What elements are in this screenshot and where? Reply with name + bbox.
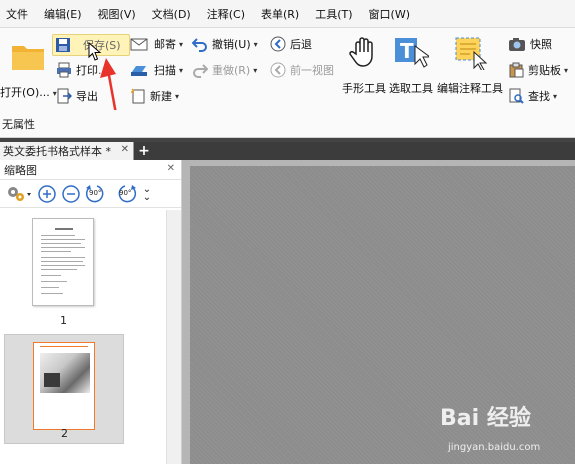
menu-tools[interactable]: 工具(T)	[315, 6, 352, 22]
mail-icon	[130, 36, 148, 52]
export-icon	[56, 88, 73, 104]
previous-view-button[interactable]: 前一视图	[270, 62, 334, 78]
close-icon[interactable]: ✕	[121, 144, 129, 155]
thumbnail-page-1[interactable]	[32, 218, 94, 306]
edit-annotation-tool-button[interactable]: 编辑注释工具	[437, 34, 503, 96]
export-button[interactable]: 导出	[56, 88, 98, 104]
menu-document[interactable]: 文档(D)	[152, 6, 191, 22]
zoom-in-icon	[38, 184, 56, 203]
thumbnail-page-2[interactable]	[33, 342, 95, 430]
double-chevron-down-icon: ⌄ ⌄	[142, 183, 152, 203]
menu-form[interactable]: 表单(R)	[261, 6, 299, 22]
zoom-in-button[interactable]	[36, 183, 58, 205]
back-button[interactable]: 后退	[270, 36, 312, 52]
zoom-out-icon	[62, 184, 80, 203]
redo-button[interactable]: 重做(R) ▾	[192, 62, 257, 78]
select-text-icon: T	[393, 34, 432, 70]
watermark-url: jingyan.baidu.com	[448, 442, 541, 453]
panel-splitter[interactable]	[182, 160, 190, 464]
properties-bar: 无属性	[0, 110, 575, 138]
thumbnail-list: 1 2	[0, 210, 182, 464]
menu-edit[interactable]: 编辑(E)	[44, 6, 82, 22]
thumbnail-scrollbar[interactable]	[166, 210, 181, 464]
new-button[interactable]: 新建 ▾	[130, 88, 179, 104]
properties-label: 无属性	[2, 117, 35, 131]
mail-button[interactable]: 邮寄 ▾	[130, 36, 183, 52]
rotate-right-button[interactable]: 90°	[112, 183, 138, 205]
annotation-edit-icon	[452, 34, 488, 72]
find-button[interactable]: 查找 ▾	[508, 88, 557, 104]
menu-view[interactable]: 视图(V)	[98, 6, 136, 22]
save-icon	[55, 37, 71, 53]
svg-text:T: T	[400, 39, 414, 63]
document-tab-bar: 英文委托书格式样本 * ✕ +	[0, 142, 575, 160]
menu-file[interactable]: 文件	[6, 6, 28, 22]
clipboard-icon	[508, 62, 524, 78]
back-arrow-icon	[270, 36, 286, 52]
hand-tool-button[interactable]: 手形工具	[342, 34, 386, 96]
thumbnail-toolbar: 90° 90° ⌄ ⌄	[0, 180, 181, 208]
new-document-icon	[130, 88, 146, 104]
camera-icon	[508, 36, 525, 52]
panel-title: 缩略图 ✕	[0, 160, 181, 180]
menu-bar: 文件 编辑(E) 视图(V) 文档(D) 注释(C) 表单(R) 工具(T) 窗…	[0, 0, 575, 28]
add-tab-icon[interactable]: +	[137, 144, 151, 158]
more-options-button[interactable]: ⌄ ⌄	[140, 183, 154, 205]
ribbon-toolbar: 打开(O)...▾ 保存(S) 打印... 导出 邮寄▾ 扫描▾	[0, 28, 575, 137]
gear-icon	[8, 186, 31, 201]
folder-icon	[10, 38, 46, 74]
zoom-out-button[interactable]	[60, 183, 82, 205]
options-button[interactable]	[4, 183, 34, 205]
select-tool-button[interactable]: T 选取工具	[389, 34, 433, 96]
rotate-left-button[interactable]: 90°	[84, 183, 110, 205]
watermark-logo: Bai 经验	[440, 406, 531, 431]
scan-button[interactable]: 扫描 ▾	[130, 62, 183, 78]
find-icon	[508, 88, 524, 104]
open-label: 打开(O)... ▾	[0, 86, 57, 99]
thumbnail-panel: 缩略图 ✕ 90° 90° ⌄ ⌄ 1 2	[0, 160, 182, 464]
page-number-label: 1	[60, 314, 67, 327]
previous-view-icon	[270, 62, 286, 78]
redo-icon	[192, 62, 209, 78]
panel-close-icon[interactable]: ✕	[167, 163, 175, 174]
page-number-label: 2	[61, 427, 68, 440]
undo-icon	[191, 36, 208, 52]
scanner-icon	[130, 62, 147, 78]
thumbnail-page-2-selected[interactable]: 2	[4, 334, 124, 444]
menu-comment[interactable]: 注释(C)	[207, 6, 245, 22]
menu-window[interactable]: 窗口(W)	[369, 6, 410, 22]
snapshot-button[interactable]: 快照	[508, 36, 552, 52]
open-button[interactable]: 打开(O)... ▾	[0, 38, 57, 100]
hand-icon	[346, 34, 382, 70]
document-tab[interactable]: 英文委托书格式样本 * ✕	[0, 142, 134, 160]
undo-button[interactable]: 撤销(U) ▾	[191, 36, 258, 52]
printer-icon	[56, 62, 72, 78]
clipboard-button[interactable]: 剪贴板 ▾	[508, 62, 568, 78]
